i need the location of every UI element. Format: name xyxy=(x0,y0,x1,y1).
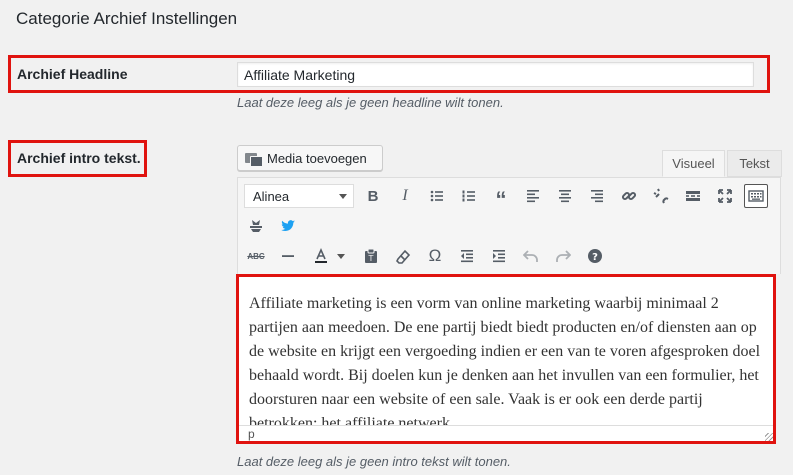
strikethrough-button[interactable]: ABC xyxy=(244,244,268,268)
mask-icon xyxy=(250,220,262,232)
outdent-icon xyxy=(461,250,473,263)
bullet-list-button[interactable] xyxy=(425,184,449,208)
bold-icon: B xyxy=(367,187,379,205)
redo-icon xyxy=(556,250,571,262)
text-color-dropdown[interactable] xyxy=(334,244,348,268)
strikethrough-icon: ABC xyxy=(247,251,265,261)
media-icon xyxy=(245,151,263,167)
redo-button[interactable] xyxy=(551,244,575,268)
remove-link-button[interactable] xyxy=(649,184,673,208)
headline-label: Archief Headline xyxy=(17,66,128,82)
fullscreen-button[interactable] xyxy=(713,184,737,208)
horizontal-line-icon xyxy=(282,255,294,257)
align-right-button[interactable] xyxy=(585,184,609,208)
intro-label: Archief intro tekst. xyxy=(17,150,141,166)
horizontal-line-button[interactable] xyxy=(276,244,300,268)
align-right-icon xyxy=(591,190,603,203)
paste-text-button[interactable]: T xyxy=(359,244,383,268)
twitter-button[interactable] xyxy=(276,214,300,238)
editor-toolbar: Alinea B I “ ABC T Ω ? xyxy=(237,177,781,274)
keyboard-icon xyxy=(748,190,764,202)
italic-button[interactable]: I xyxy=(393,184,417,208)
indent-icon xyxy=(493,250,505,263)
insert-link-button[interactable] xyxy=(617,184,641,208)
unlink-icon xyxy=(653,188,669,204)
indent-button[interactable] xyxy=(487,244,511,268)
headline-description: Laat deze leeg als je geen headline wilt… xyxy=(237,95,504,110)
align-center-button[interactable] xyxy=(553,184,577,208)
add-media-label: Media toevoegen xyxy=(267,150,367,166)
undo-icon xyxy=(523,250,538,262)
text-color-button[interactable] xyxy=(308,244,334,268)
chevron-down-icon xyxy=(339,194,347,199)
read-more-icon xyxy=(686,191,700,201)
special-character-button[interactable]: Ω xyxy=(423,244,447,268)
undo-button[interactable] xyxy=(519,244,543,268)
plugin-button[interactable] xyxy=(244,214,268,238)
add-media-button[interactable]: Media toevoegen xyxy=(237,145,383,171)
align-left-icon xyxy=(527,190,539,203)
quote-icon: “ xyxy=(495,187,507,212)
numbered-list-button[interactable] xyxy=(457,184,481,208)
toolbar-toggle-button[interactable] xyxy=(744,184,768,208)
outdent-button[interactable] xyxy=(455,244,479,268)
clear-formatting-button[interactable] xyxy=(391,244,415,268)
svg-text:?: ? xyxy=(592,252,598,263)
clipboard-icon: T xyxy=(365,248,377,263)
link-icon xyxy=(621,191,637,201)
intro-description: Laat deze leeg als je geen intro tekst w… xyxy=(237,454,511,469)
help-button[interactable]: ? xyxy=(583,244,607,268)
bullet-list-icon xyxy=(430,190,443,202)
bold-button[interactable]: B xyxy=(361,184,385,208)
read-more-button[interactable] xyxy=(681,184,705,208)
text-color-icon xyxy=(315,248,327,263)
align-center-icon xyxy=(559,190,571,203)
section-title: Categorie Archief Instellingen xyxy=(16,9,238,28)
omega-icon: Ω xyxy=(428,246,442,265)
align-left-button[interactable] xyxy=(521,184,545,208)
numbered-list-icon xyxy=(462,190,475,202)
twitter-icon xyxy=(281,220,295,232)
tab-visual[interactable]: Visueel xyxy=(662,150,725,177)
svg-text:T: T xyxy=(368,254,374,263)
highlight-editor-content xyxy=(236,274,776,444)
headline-input[interactable] xyxy=(237,62,754,87)
eraser-icon xyxy=(396,249,411,264)
fullscreen-icon xyxy=(718,189,732,203)
format-select[interactable]: Alinea xyxy=(244,184,354,208)
help-icon: ? xyxy=(588,249,602,263)
chevron-down-icon xyxy=(337,253,345,259)
format-select-value: Alinea xyxy=(253,188,290,204)
italic-icon: I xyxy=(402,187,408,204)
blockquote-button[interactable]: “ xyxy=(489,184,513,212)
tab-text[interactable]: Tekst xyxy=(727,150,782,177)
